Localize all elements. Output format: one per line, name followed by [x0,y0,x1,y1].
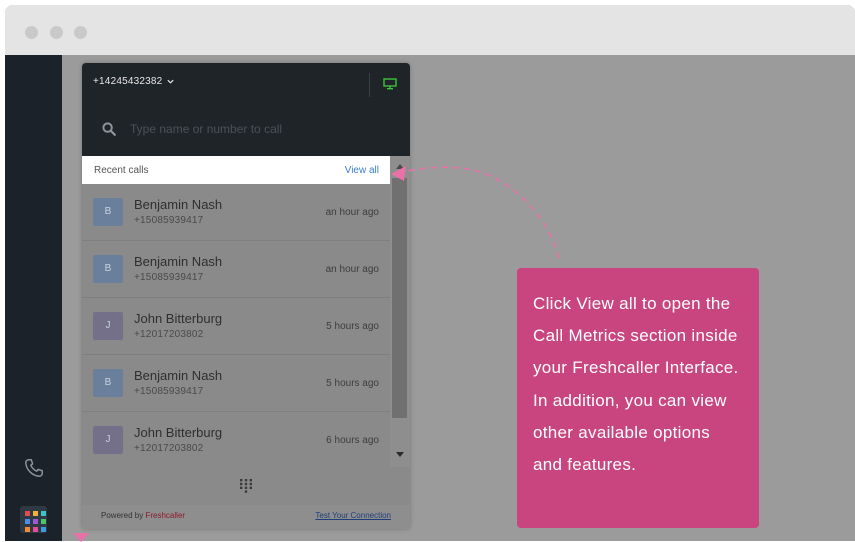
scroll-up-arrow[interactable] [396,164,404,169]
recent-calls-list: B Benjamin Nash +15085939417 an hour ago… [82,184,390,467]
call-row[interactable]: J John Bitterburg +12017203802 5 hours a… [82,298,390,355]
search-input[interactable] [130,120,370,138]
call-time: 6 hours ago [326,435,379,446]
avatar: J [93,426,123,454]
search-icon [102,122,116,136]
dialer-footer: Powered by Freshcaller Test Your Connect… [82,505,410,529]
dialer-widget: +14245432382 Recent calls View all B Ben… [82,63,410,529]
caller-phone: +12017203802 [134,443,204,454]
window-close-dot[interactable] [25,26,38,39]
call-time: 5 hours ago [326,378,379,389]
avatar: B [93,369,123,397]
test-connection-link[interactable]: Test Your Connection [315,511,391,520]
caller-name: Benjamin Nash [134,197,223,212]
call-row[interactable]: B Benjamin Nash +15085939417 5 hours ago [82,355,390,412]
recent-calls-header: Recent calls View all [82,156,390,184]
chevron-down-icon[interactable] [166,77,175,88]
avatar: B [93,198,123,226]
title-bar [5,5,855,55]
scroll-thumb[interactable] [392,178,407,418]
call-row[interactable]: B Benjamin Nash +15085939417 an hour ago [82,184,390,241]
tooltip-text: Click View all to open the Call Metrics … [533,294,739,475]
caller-number[interactable]: +14245432382 [93,76,162,87]
scroll-down-arrow[interactable] [396,452,404,457]
caller-phone: +15085939417 [134,272,204,283]
dialpad-icon[interactable] [240,479,252,493]
phone-icon[interactable] [23,457,45,479]
caller-name: Benjamin Nash [134,368,223,383]
caller-name: John Bitterburg [134,425,223,440]
apps-grid-icon[interactable] [20,506,47,533]
caller-phone: +12017203802 [134,329,204,340]
call-time: an hour ago [325,207,379,218]
dialpad-bar [82,467,410,505]
view-all-link[interactable]: View all [345,165,379,176]
call-row[interactable]: B Benjamin Nash +15085939417 an hour ago [82,241,390,298]
coachmark-tooltip: Click View all to open the Call Metrics … [517,268,759,528]
caller-name: John Bitterburg [134,311,223,326]
caller-phone: +15085939417 [134,386,204,397]
caller-name: Benjamin Nash [134,254,223,269]
avatar: B [93,255,123,283]
header-divider [369,73,370,97]
scrollbar[interactable] [390,156,410,467]
dialer-header: +14245432382 [82,63,410,156]
window-maximize-dot[interactable] [74,26,87,39]
monitor-icon[interactable] [383,77,397,90]
avatar: J [93,312,123,340]
left-sidebar [5,55,62,541]
caller-phone: +15085939417 [134,215,204,226]
powered-by: Powered by Freshcaller [101,511,185,520]
recent-calls-label: Recent calls [94,165,149,176]
window-minimize-dot[interactable] [50,26,63,39]
call-time: an hour ago [325,264,379,275]
brand-name: Freshcaller [145,511,186,520]
call-time: 5 hours ago [326,321,379,332]
powered-by-label: Powered by [101,511,144,520]
call-row[interactable]: J John Bitterburg +12017203802 6 hours a… [82,412,390,467]
